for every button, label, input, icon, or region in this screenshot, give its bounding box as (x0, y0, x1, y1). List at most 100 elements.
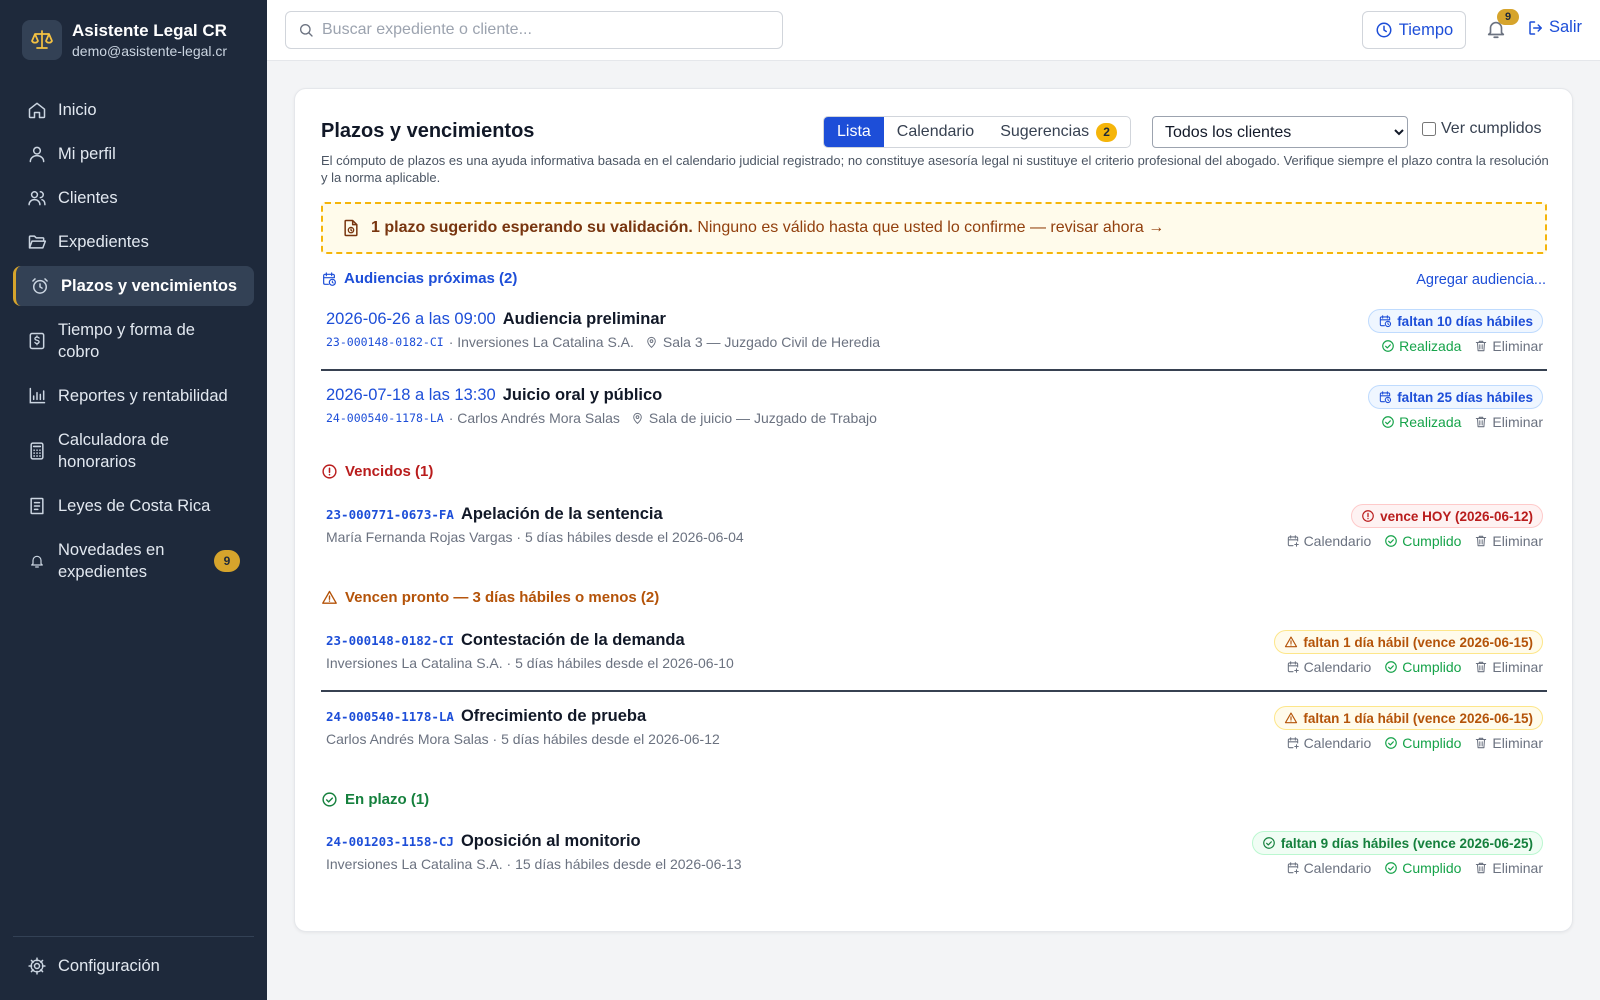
sidebar-item-tiempo[interactable]: Tiempo y forma de cobro (13, 308, 254, 374)
status-badge-text: vence HOY (2026-06-12) (1380, 508, 1533, 524)
section-label: En plazo (1) (345, 791, 430, 808)
notifications-count-badge: 9 (1497, 9, 1519, 25)
client-filter-select[interactable]: Todos los clientes (1152, 116, 1408, 148)
section-pronto-heading: Vencen pronto — 3 días hábiles o menos (… (321, 589, 659, 606)
client-name: · Carlos Andrés Mora Salas (448, 410, 620, 426)
sidebar-item-reportes[interactable]: Reportes y rentabilidad (13, 374, 254, 418)
delete-button[interactable]: Eliminar (1474, 533, 1543, 549)
status-badge-text: faltan 9 días hábiles (vence 2026-06-25) (1280, 835, 1533, 851)
tab-lista[interactable]: Lista (824, 117, 884, 147)
delete-button[interactable]: Eliminar (1474, 735, 1543, 751)
delete-button[interactable]: Eliminar (1474, 860, 1543, 876)
view-tabs: Lista Calendario Sugerencias 2 (823, 116, 1132, 148)
trash-icon (1474, 736, 1488, 750)
sidebar-item-configuracion[interactable]: Configuración (13, 948, 254, 984)
cumplido-label: Cumplido (1402, 533, 1462, 549)
row-actions: Calendario Cumplido Eliminar (1286, 860, 1543, 876)
logout-button[interactable]: Salir (1527, 18, 1582, 37)
audiencia-location: Sala 3 — Juzgado Civil de Heredia (662, 334, 881, 350)
warning-triangle-icon (1284, 635, 1298, 649)
calendar-label: Calendario (1303, 659, 1372, 675)
calendar-button[interactable]: Calendario (1286, 735, 1372, 751)
search-box (285, 11, 783, 49)
section-audiencias-heading: Audiencias próximas (2) (321, 270, 517, 287)
table-row: 2026-07-18 a las 13:30 Juicio oral y púb… (321, 385, 1547, 452)
status-badge-text: faltan 1 día hábil (vence 2026-06-15) (1303, 710, 1533, 726)
calendar-plus-icon (1286, 736, 1300, 750)
sidebar-item-label: Configuración (58, 956, 160, 975)
sidebar-item-label: Leyes de Costa Rica (58, 496, 211, 515)
sidebar-item-inicio[interactable]: Inicio (13, 88, 254, 132)
check-circle-icon (1384, 736, 1398, 750)
calendar-label: Calendario (1303, 735, 1372, 751)
delete-button[interactable]: Eliminar (1474, 338, 1543, 354)
row-actions: Realizada Eliminar (1381, 414, 1543, 430)
cumplido-button[interactable]: Cumplido (1384, 533, 1461, 549)
suggestion-alert[interactable]: 1 plazo sugerido esperando su validación… (321, 202, 1547, 254)
row-detail: 23-000148-0182-CI · Inversiones La Catal… (326, 334, 880, 350)
search-input[interactable] (322, 21, 762, 39)
realizada-label: Realizada (1399, 338, 1462, 354)
row-line: 23-000771-0673-FA Apelación de la senten… (326, 505, 663, 524)
trash-icon (1474, 534, 1488, 548)
expediente-code[interactable]: 24-001203-1158-CJ (326, 834, 454, 849)
book-icon (30, 497, 44, 515)
plazo-detail: María Fernanda Rojas Vargas · 5 días háb… (326, 529, 744, 545)
user-icon (29, 146, 45, 163)
plazo-detail: Carlos Andrés Mora Salas · 5 días hábile… (326, 731, 720, 747)
check-circle-icon (1384, 861, 1398, 875)
audiencia-date[interactable]: 2026-06-26 a las 09:00 (326, 310, 496, 329)
calendar-button[interactable]: Calendario (1286, 860, 1371, 876)
realizada-button[interactable]: Realizada (1381, 414, 1461, 430)
plazo-title: Ofrecimiento de prueba (460, 707, 647, 725)
expediente-code[interactable]: 23-000148-0182-CI (326, 633, 454, 648)
sidebar-item-label: Novedades en expedientes (58, 541, 165, 581)
trash-icon (1474, 415, 1488, 429)
ver-cumplidos-checkbox[interactable] (1422, 122, 1436, 136)
calendar-clock-icon (1378, 314, 1392, 328)
plazo-title: Contestación de la demanda (460, 631, 685, 649)
row-actions: Calendario Cumplido Eliminar (1286, 533, 1543, 549)
expediente-code[interactable]: 24-000540-1178-LA (326, 411, 444, 425)
calendar-button[interactable]: Calendario (1286, 659, 1372, 675)
brand: Asistente Legal CR demo@asistente-legal.… (22, 20, 227, 60)
brand-name: Asistente Legal CR (72, 21, 227, 40)
sidebar-item-expedientes[interactable]: Expedientes (13, 220, 254, 264)
status-badge-text: faltan 25 días hábiles (1397, 389, 1533, 405)
cumplido-button[interactable]: Cumplido (1384, 659, 1461, 675)
audiencia-title: Juicio oral y público (502, 386, 663, 404)
add-audiencia-link[interactable]: Agregar audiencia... (1416, 272, 1546, 288)
row-actions: Calendario Cumplido Eliminar (1286, 735, 1543, 751)
sidebar-item-calculadora[interactable]: Calculadora de honorarios (13, 418, 254, 484)
delete-button[interactable]: Eliminar (1474, 659, 1543, 675)
sidebar-item-novedades[interactable]: Novedades en expedientes 9 (13, 528, 254, 594)
novedades-count-badge: 9 (214, 550, 240, 572)
check-circle-icon (1384, 660, 1398, 674)
audiencia-date[interactable]: 2026-07-18 a las 13:30 (326, 386, 496, 405)
scales-icon (22, 20, 62, 60)
delete-button[interactable]: Eliminar (1474, 414, 1543, 430)
expediente-code[interactable]: 23-000148-0182-CI (326, 335, 444, 349)
row-actions: Realizada Eliminar (1381, 338, 1543, 354)
row-actions: Calendario Cumplido Eliminar (1286, 659, 1543, 675)
cumplido-button[interactable]: Cumplido (1384, 735, 1461, 751)
sidebar-item-clientes[interactable]: Clientes (13, 176, 254, 220)
delete-label: Eliminar (1492, 533, 1543, 549)
tab-calendario[interactable]: Calendario (884, 117, 987, 147)
calendar-button[interactable]: Calendario (1286, 533, 1371, 549)
realizada-label: Realizada (1399, 414, 1462, 430)
tiempo-button[interactable]: Tiempo (1362, 11, 1466, 49)
expediente-code[interactable]: 23-000771-0673-FA (326, 507, 454, 522)
realizada-button[interactable]: Realizada (1381, 338, 1461, 354)
warning-triangle-icon (321, 589, 338, 606)
sidebar-item-perfil[interactable]: Mi perfil (13, 132, 254, 176)
expediente-code[interactable]: 24-000540-1178-LA (326, 709, 454, 724)
cumplido-button[interactable]: Cumplido (1384, 860, 1461, 876)
sidebar-item-leyes[interactable]: Leyes de Costa Rica (13, 484, 254, 528)
brand-email: demo@asistente-legal.cr (72, 43, 228, 59)
sidebar-item-plazos[interactable]: Plazos y vencimientos (13, 266, 254, 306)
home-icon (28, 102, 46, 119)
tab-sugerencias[interactable]: Sugerencias 2 (987, 117, 1130, 147)
plazo-detail: Inversiones La Catalina S.A. · 15 días h… (326, 856, 742, 872)
ver-cumplidos-toggle[interactable]: Ver cumplidos (1422, 120, 1542, 138)
